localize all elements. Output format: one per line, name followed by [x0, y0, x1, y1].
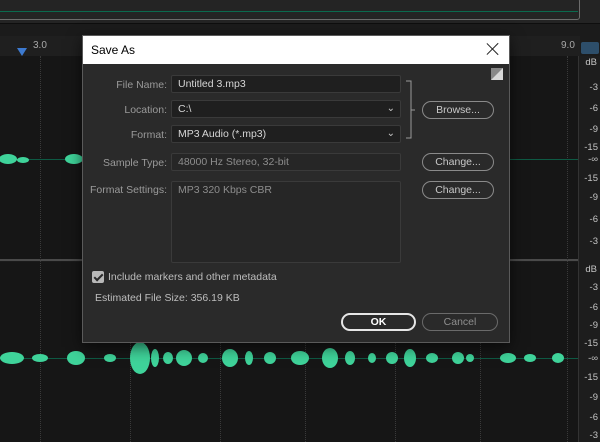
format-settings-change-button[interactable]: Change... [422, 181, 494, 199]
db-label: -3 [589, 430, 598, 441]
close-icon[interactable] [485, 41, 501, 57]
chevron-down-icon: ⌄ [386, 103, 395, 114]
format-value: MP3 Audio (*.mp3) [178, 128, 267, 140]
format-select[interactable]: MP3 Audio (*.mp3) ⌄ [171, 125, 401, 143]
db-scale-toggle-icon[interactable] [581, 42, 599, 54]
db-label: -3 [589, 236, 598, 247]
db-label: -3 [589, 82, 598, 93]
db-label: -∞ [588, 353, 598, 364]
browse-button[interactable]: Browse... [422, 101, 494, 119]
db-label: -6 [589, 302, 598, 313]
format-settings-value: MP3 320 Kbps CBR [178, 184, 272, 196]
file-name-label: File Name: [116, 79, 167, 91]
include-markers-label: Include markers and other metadata [108, 271, 277, 283]
db-label: dB [585, 264, 597, 275]
dialog-titlebar[interactable]: Save As [83, 36, 509, 64]
chevron-down-icon: ⌄ [386, 128, 395, 139]
format-label: Format: [130, 129, 167, 141]
format-settings-label: Format Settings: [89, 184, 167, 196]
location-select[interactable]: C:\ ⌄ [171, 100, 401, 118]
db-label: dB [585, 57, 597, 68]
save-as-dialog: Save As File Name: Untitled 3.mp3 Locati… [82, 35, 510, 343]
cancel-button[interactable]: Cancel [422, 313, 498, 331]
file-name-value: Untitled 3.mp3 [178, 78, 246, 90]
db-label: -15 [584, 142, 598, 153]
db-label: -6 [589, 103, 598, 114]
estimated-file-size: Estimated File Size: 356.19 KB [95, 292, 240, 304]
sample-type-label: Sample Type: [102, 157, 167, 169]
db-scale: dB -3 -6 -9 -15 -∞ -15 -9 -6 -3 dB -3 -6… [578, 56, 600, 442]
format-settings-box: MP3 320 Kbps CBR [171, 181, 401, 263]
sample-type-change-button[interactable]: Change... [422, 153, 494, 171]
db-label: -6 [589, 214, 598, 225]
location-value: C:\ [178, 103, 192, 115]
ok-button[interactable]: OK [341, 313, 416, 331]
db-label: -3 [589, 282, 598, 293]
location-label: Location: [124, 104, 167, 116]
db-label: -15 [584, 372, 598, 383]
db-label: -∞ [588, 154, 598, 165]
db-label: -15 [584, 338, 598, 349]
sample-type-value: 48000 Hz Stereo, 32-bit [178, 156, 289, 168]
include-markers-checkbox[interactable] [92, 271, 104, 283]
db-label: -9 [589, 124, 598, 135]
db-label: -9 [589, 392, 598, 403]
db-label: -6 [589, 412, 598, 423]
db-label: -9 [589, 192, 598, 203]
dialog-title: Save As [91, 43, 136, 57]
file-name-input[interactable]: Untitled 3.mp3 [171, 75, 401, 93]
sample-type-value-box: 48000 Hz Stereo, 32-bit [171, 153, 401, 171]
resize-corner-icon[interactable] [491, 68, 503, 80]
db-label: -9 [589, 320, 598, 331]
db-label: -15 [584, 173, 598, 184]
group-bracket [406, 80, 415, 139]
